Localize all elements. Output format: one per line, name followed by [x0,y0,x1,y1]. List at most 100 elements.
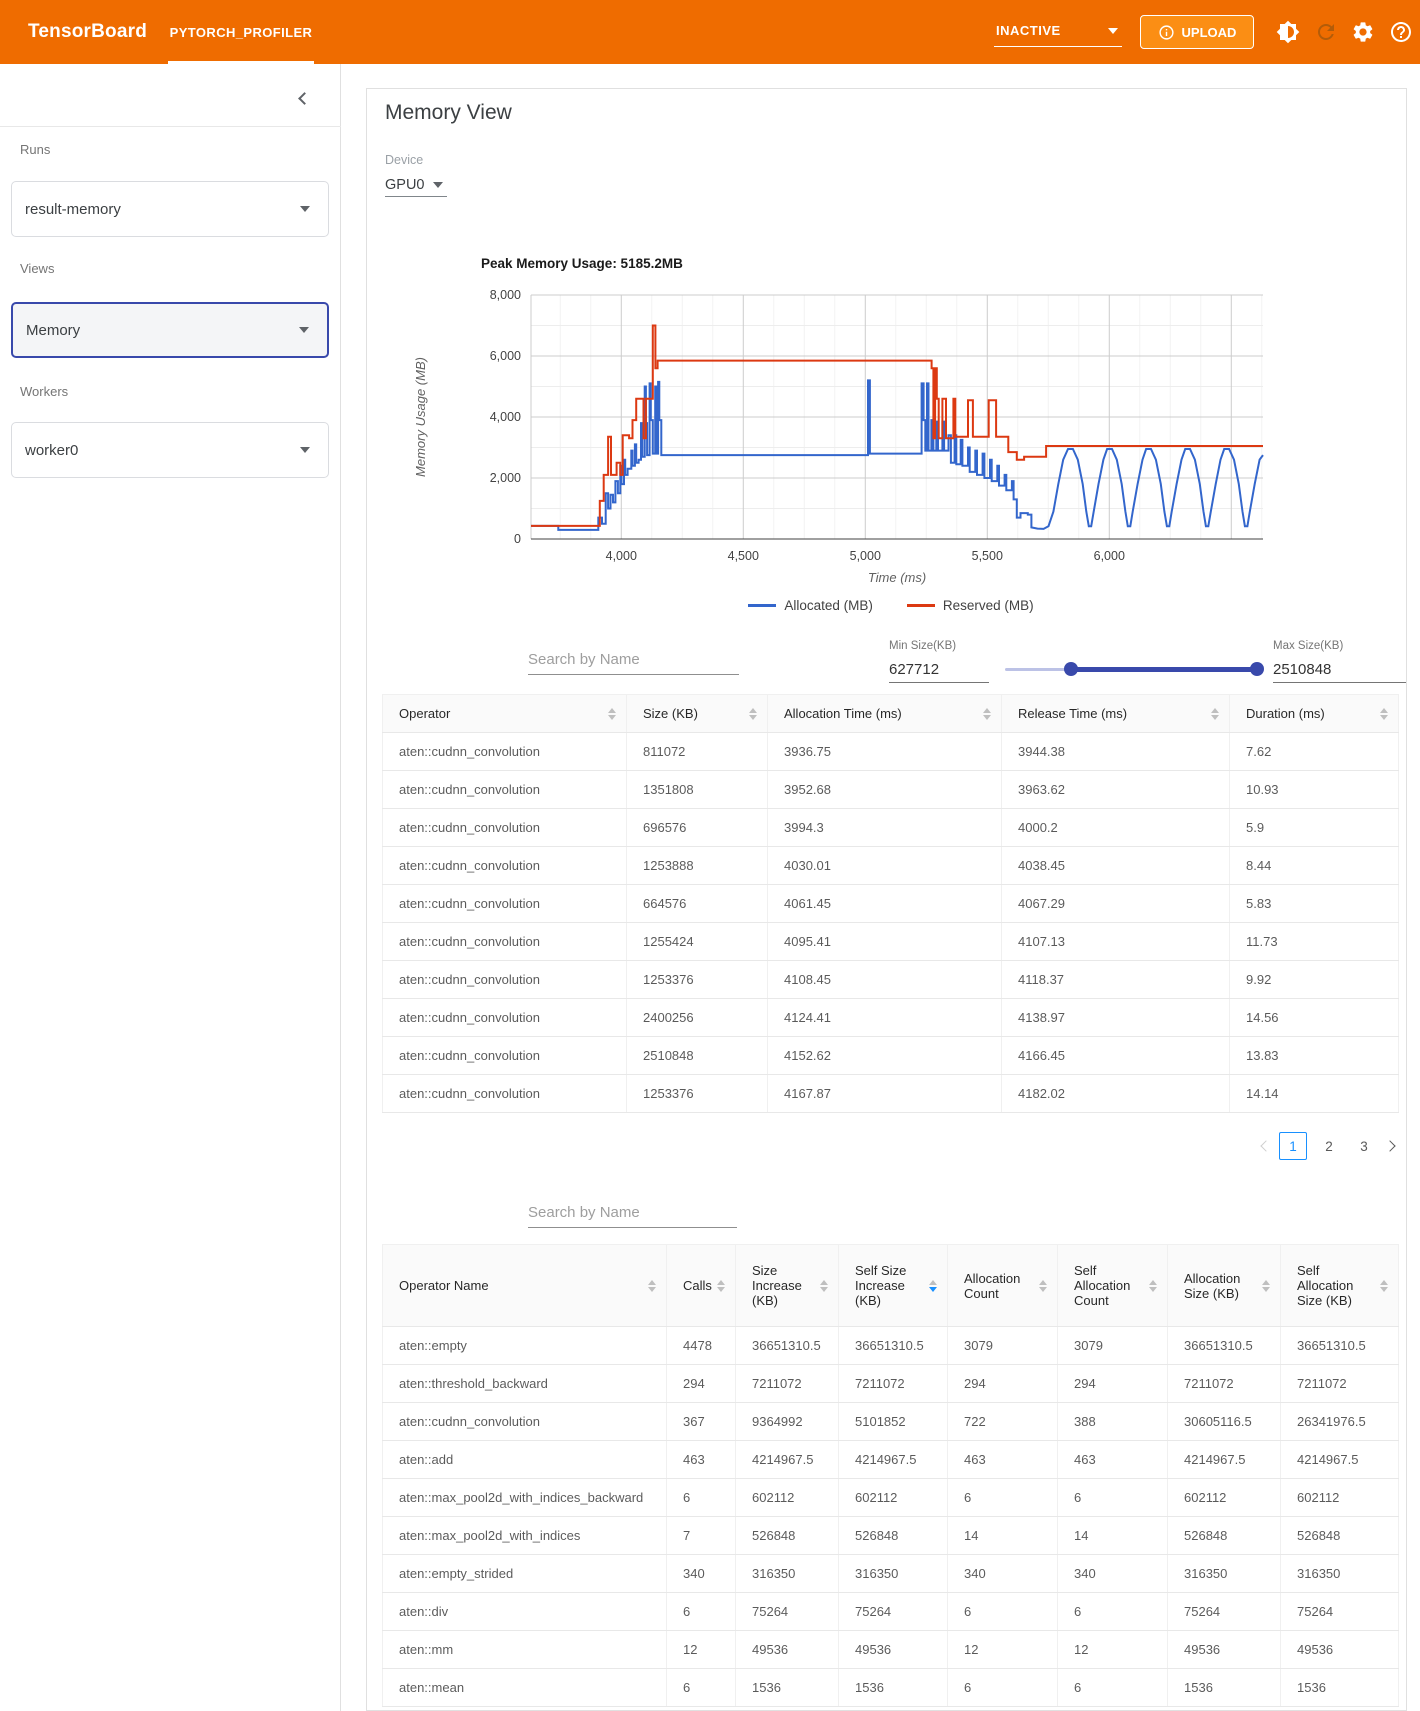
sort-icon[interactable] [608,708,616,720]
upload-label: UPLOAD [1182,25,1237,40]
column-header[interactable]: Size Increase (KB) [736,1245,839,1327]
help-icon[interactable] [1389,20,1413,44]
sort-icon[interactable] [1211,708,1219,720]
cell: 4107.13 [1002,923,1230,961]
cell: 696576 [627,809,768,847]
cell: 75264 [839,1593,948,1631]
prev-page-button[interactable] [1260,1140,1271,1151]
sort-icon[interactable] [1039,1280,1047,1292]
gear-icon[interactable] [1351,20,1375,44]
views-select[interactable]: Memory [11,302,329,358]
workers-label: Workers [20,384,68,399]
cell: 13.83 [1230,1037,1399,1075]
table-header-row: Operator Name Calls Size Increase (KB) Self… [383,1245,1399,1327]
table-row: aten::cudnn_convolution13518083952.68396… [383,771,1399,809]
column-header[interactable]: Size (KB) [627,695,768,733]
legend-label: Allocated (MB) [784,598,873,613]
cell: 6 [667,1669,736,1707]
cell: 3963.62 [1002,771,1230,809]
max-size-input[interactable] [1273,657,1406,683]
column-label: Calls [683,1278,712,1293]
min-size-input[interactable] [889,657,989,683]
size-range-slider[interactable] [1005,661,1257,677]
brightness-toggle-icon[interactable] [1276,20,1300,44]
cell: aten::mean [383,1669,667,1707]
sort-asc-icon [648,1280,656,1285]
chevron-down-icon [300,206,310,212]
memory-view-card: Memory View Device GPU0 4,0004,5005,0005… [366,88,1407,1711]
sort-icon[interactable] [929,1280,937,1292]
page-button-1[interactable]: 1 [1279,1132,1307,1160]
column-header[interactable]: Release Time (ms) [1002,695,1230,733]
cell: 4478 [667,1327,736,1365]
column-header[interactable]: Allocation Count [948,1245,1058,1327]
cell: 7.62 [1230,733,1399,771]
upload-button[interactable]: UPLOAD [1140,15,1254,49]
cell: 388 [1058,1403,1168,1441]
page-button-3[interactable]: 3 [1351,1133,1377,1159]
sort-icon[interactable] [983,708,991,720]
x-axis-title: Time (ms) [868,570,926,585]
tab-pytorch-profiler[interactable]: PYTORCH_PROFILER [168,0,314,64]
cell: 526848 [1168,1517,1281,1555]
table-row: aten::cudnn_convolution36793649925101852… [383,1403,1399,1441]
column-header[interactable]: Duration (ms) [1230,695,1399,733]
cell: aten::add [383,1441,667,1479]
column-label: Self Size Increase (KB) [855,1263,925,1308]
column-header[interactable]: Allocation Time (ms) [768,695,1002,733]
svg-text:5,500: 5,500 [972,549,1003,563]
table-row: aten::cudnn_convolution8110723936.753944… [383,733,1399,771]
sort-icon[interactable] [717,1280,725,1292]
cell: 6 [1058,1593,1168,1631]
column-label: Operator [399,706,450,721]
device-select[interactable]: GPU0 [385,173,447,197]
sort-desc-icon [983,715,991,720]
device-label: Device [385,153,423,167]
cell: 49536 [1168,1631,1281,1669]
status-select[interactable]: INACTIVE [994,15,1122,47]
cell: aten::cudnn_convolution [383,847,627,885]
search-operator-name-input[interactable] [528,1198,737,1228]
column-label: Size Increase (KB) [752,1263,816,1308]
workers-select[interactable]: worker0 [11,422,329,478]
chevron-down-icon [1108,28,1118,34]
column-header[interactable]: Self Size Increase (KB) [839,1245,948,1327]
column-header[interactable]: Self Allocation Size (KB) [1281,1245,1399,1327]
sort-icon[interactable] [1380,708,1388,720]
sort-icon[interactable] [1262,1280,1270,1292]
sort-icon[interactable] [648,1280,656,1292]
sort-icon[interactable] [1149,1280,1157,1292]
page-title: Memory View [385,101,512,125]
cell: 75264 [736,1593,839,1631]
cell: 6 [948,1669,1058,1707]
sort-desc-icon [608,715,616,720]
chart-legend: Allocated (MB)Reserved (MB) [611,598,1171,613]
search-operator-input[interactable] [528,645,739,675]
cell: 12 [667,1631,736,1669]
svg-text:5,000: 5,000 [850,549,881,563]
cell: 10.93 [1230,771,1399,809]
runs-select[interactable]: result-memory [11,181,329,237]
slider-min-handle[interactable] [1064,662,1078,676]
page-button-2[interactable]: 2 [1316,1133,1342,1159]
column-header[interactable]: Allocation Size (KB) [1168,1245,1281,1327]
cell: 7 [667,1517,736,1555]
sort-icon[interactable] [749,708,757,720]
column-header[interactable]: Operator Name [383,1245,667,1327]
next-page-button[interactable] [1384,1140,1395,1151]
table-row: aten::max_pool2d_with_indices75268485268… [383,1517,1399,1555]
sort-icon[interactable] [820,1280,828,1292]
column-header[interactable]: Calls [667,1245,736,1327]
column-header[interactable]: Self Allocation Count [1058,1245,1168,1327]
cell: 7211072 [1168,1365,1281,1403]
column-header[interactable]: Operator [383,695,627,733]
refresh-icon[interactable] [1314,20,1338,44]
sort-icon[interactable] [1380,1280,1388,1292]
column-label: Self Allocation Size (KB) [1297,1263,1376,1308]
cell: 1536 [839,1669,948,1707]
slider-max-handle[interactable] [1250,662,1264,676]
y-axis-title: Memory Usage (MB) [413,357,428,477]
runs-label: Runs [20,142,50,157]
collapse-sidebar-button[interactable] [300,90,316,106]
cell: aten::cudnn_convolution [383,1403,667,1441]
